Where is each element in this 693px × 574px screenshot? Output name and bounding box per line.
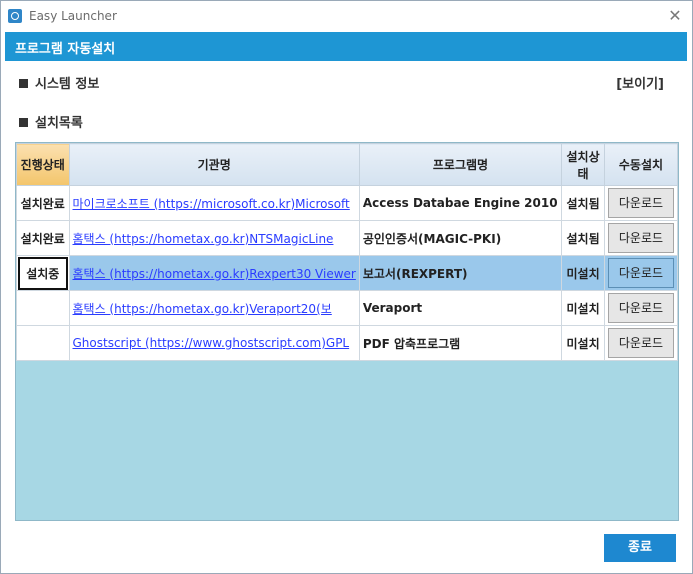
title-bar: Easy Launcher ✕ [1,1,692,32]
column-header-progress[interactable]: 진행상태 [16,143,70,186]
manual-install-cell: 다운로드 [603,255,679,291]
download-button[interactable]: 다운로드 [607,293,674,323]
table-row[interactable]: Ghostscript (https://www.ghostscript.com… [16,325,679,361]
install-table: 진행상태 기관명 프로그램명 설치상태 수동설치 설치완료 마이크로소프트 (h… [16,143,679,361]
program-name-cell: PDF 압축프로그램 [358,325,563,361]
table-row-selected[interactable]: 설치중 홈택스 (https://hometax.go.kr)Rexpert30… [16,255,679,291]
page-title: 프로그램 자동설치 [15,42,116,57]
column-header-org[interactable]: 기관명 [68,143,360,186]
program-name-cell: Access Databae Engine 2010 [358,185,563,221]
square-bullet-icon [19,118,28,127]
column-header-program[interactable]: 프로그램명 [358,143,563,186]
download-button[interactable]: 다운로드 [607,328,674,358]
progress-cell [16,290,70,326]
install-list-label: 설치목록 [35,116,83,131]
install-list-section: 설치목록 [19,112,83,131]
manual-install-cell: 다운로드 [603,220,679,256]
install-status-cell: 미설치 [561,325,605,361]
install-status-cell: 설치됨 [561,220,605,256]
progress-cell: 설치완료 [16,185,70,221]
square-bullet-icon [19,79,28,88]
install-status-cell: 설치됨 [561,185,605,221]
system-info-section: 시스템 정보 [19,73,99,92]
progress-cell: 설치완료 [16,220,70,256]
install-grid[interactable]: 진행상태 기관명 프로그램명 설치상태 수동설치 설치완료 마이크로소프트 (h… [15,142,679,521]
system-info-label: 시스템 정보 [35,77,100,92]
org-link[interactable]: Ghostscript (https://www.ghostscript.com… [68,325,360,361]
org-link[interactable]: 마이크로소프트 (https://microsoft.co.kr)Microso… [68,185,360,221]
show-system-info-link[interactable]: [보이기] [616,73,664,92]
table-row[interactable]: 홈택스 (https://hometax.go.kr)Veraport20(보 … [16,290,679,326]
page-header: 프로그램 자동설치 [5,32,687,61]
download-button[interactable]: 다운로드 [607,188,674,218]
close-icon[interactable]: ✕ [664,5,686,27]
manual-install-cell: 다운로드 [603,325,679,361]
table-header-row: 진행상태 기관명 프로그램명 설치상태 수동설치 [16,143,679,186]
program-name-cell: Veraport [358,290,563,326]
manual-install-cell: 다운로드 [603,290,679,326]
table-row[interactable]: 설치완료 홈택스 (https://hometax.go.kr)NTSMagic… [16,220,679,256]
manual-install-cell: 다운로드 [603,185,679,221]
launcher-window: Easy Launcher ✕ 프로그램 자동설치 시스템 정보 [보이기] 설… [0,0,693,574]
window-title: Easy Launcher [29,9,117,23]
install-status-cell: 미설치 [561,290,605,326]
program-name-cell: 공인인증서(MAGIC-PKI) [358,220,563,256]
table-row[interactable]: 설치완료 마이크로소프트 (https://microsoft.co.kr)Mi… [16,185,679,221]
download-button[interactable]: 다운로드 [607,258,674,288]
download-button[interactable]: 다운로드 [607,223,674,253]
exit-button[interactable]: 종료 [604,534,676,562]
progress-cell: 설치중 [16,255,70,291]
column-header-status[interactable]: 설치상태 [561,143,605,186]
org-link[interactable]: 홈택스 (https://hometax.go.kr)NTSMagicLine [68,220,360,256]
org-link[interactable]: 홈택스 (https://hometax.go.kr)Veraport20(보 [68,290,360,326]
progress-cell [16,325,70,361]
app-icon [8,9,22,23]
program-name-cell: 보고서(REXPERT) [358,255,563,291]
install-status-cell: 미설치 [561,255,605,291]
org-link[interactable]: 홈택스 (https://hometax.go.kr)Rexpert30 Vie… [68,255,360,291]
column-header-manual[interactable]: 수동설치 [603,143,679,186]
